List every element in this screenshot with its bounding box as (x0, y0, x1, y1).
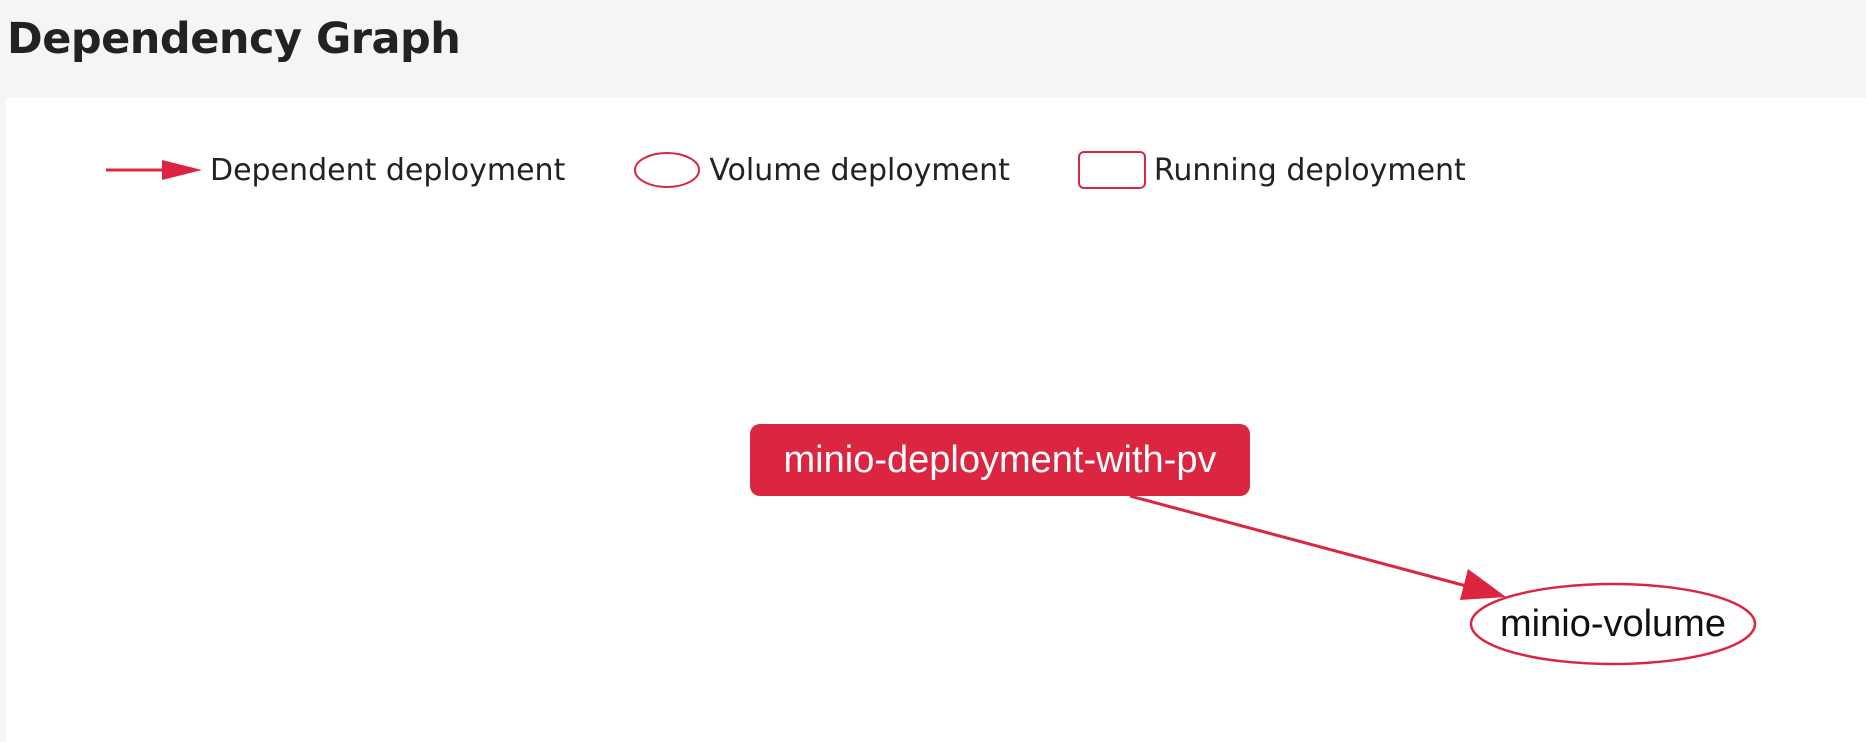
node-label: minio-deployment-with-pv (784, 439, 1217, 481)
graph-edge (1129, 494, 1506, 600)
edge-line (1129, 494, 1471, 589)
page-title: Dependency Graph (7, 14, 461, 64)
node-minio-deployment-with-pv[interactable]: minio-deployment-with-pv (750, 424, 1250, 496)
edge-arrowhead (1460, 569, 1506, 600)
graph-panel: Dependent deployment Volume deployment R… (6, 98, 1866, 742)
node-label: minio-volume (1500, 603, 1726, 645)
dependency-graph: minio-deployment-with-pv minio-volume (750, 424, 1757, 666)
page-header: Dependency Graph (0, 0, 1866, 98)
node-minio-volume[interactable]: minio-volume (1469, 582, 1757, 666)
